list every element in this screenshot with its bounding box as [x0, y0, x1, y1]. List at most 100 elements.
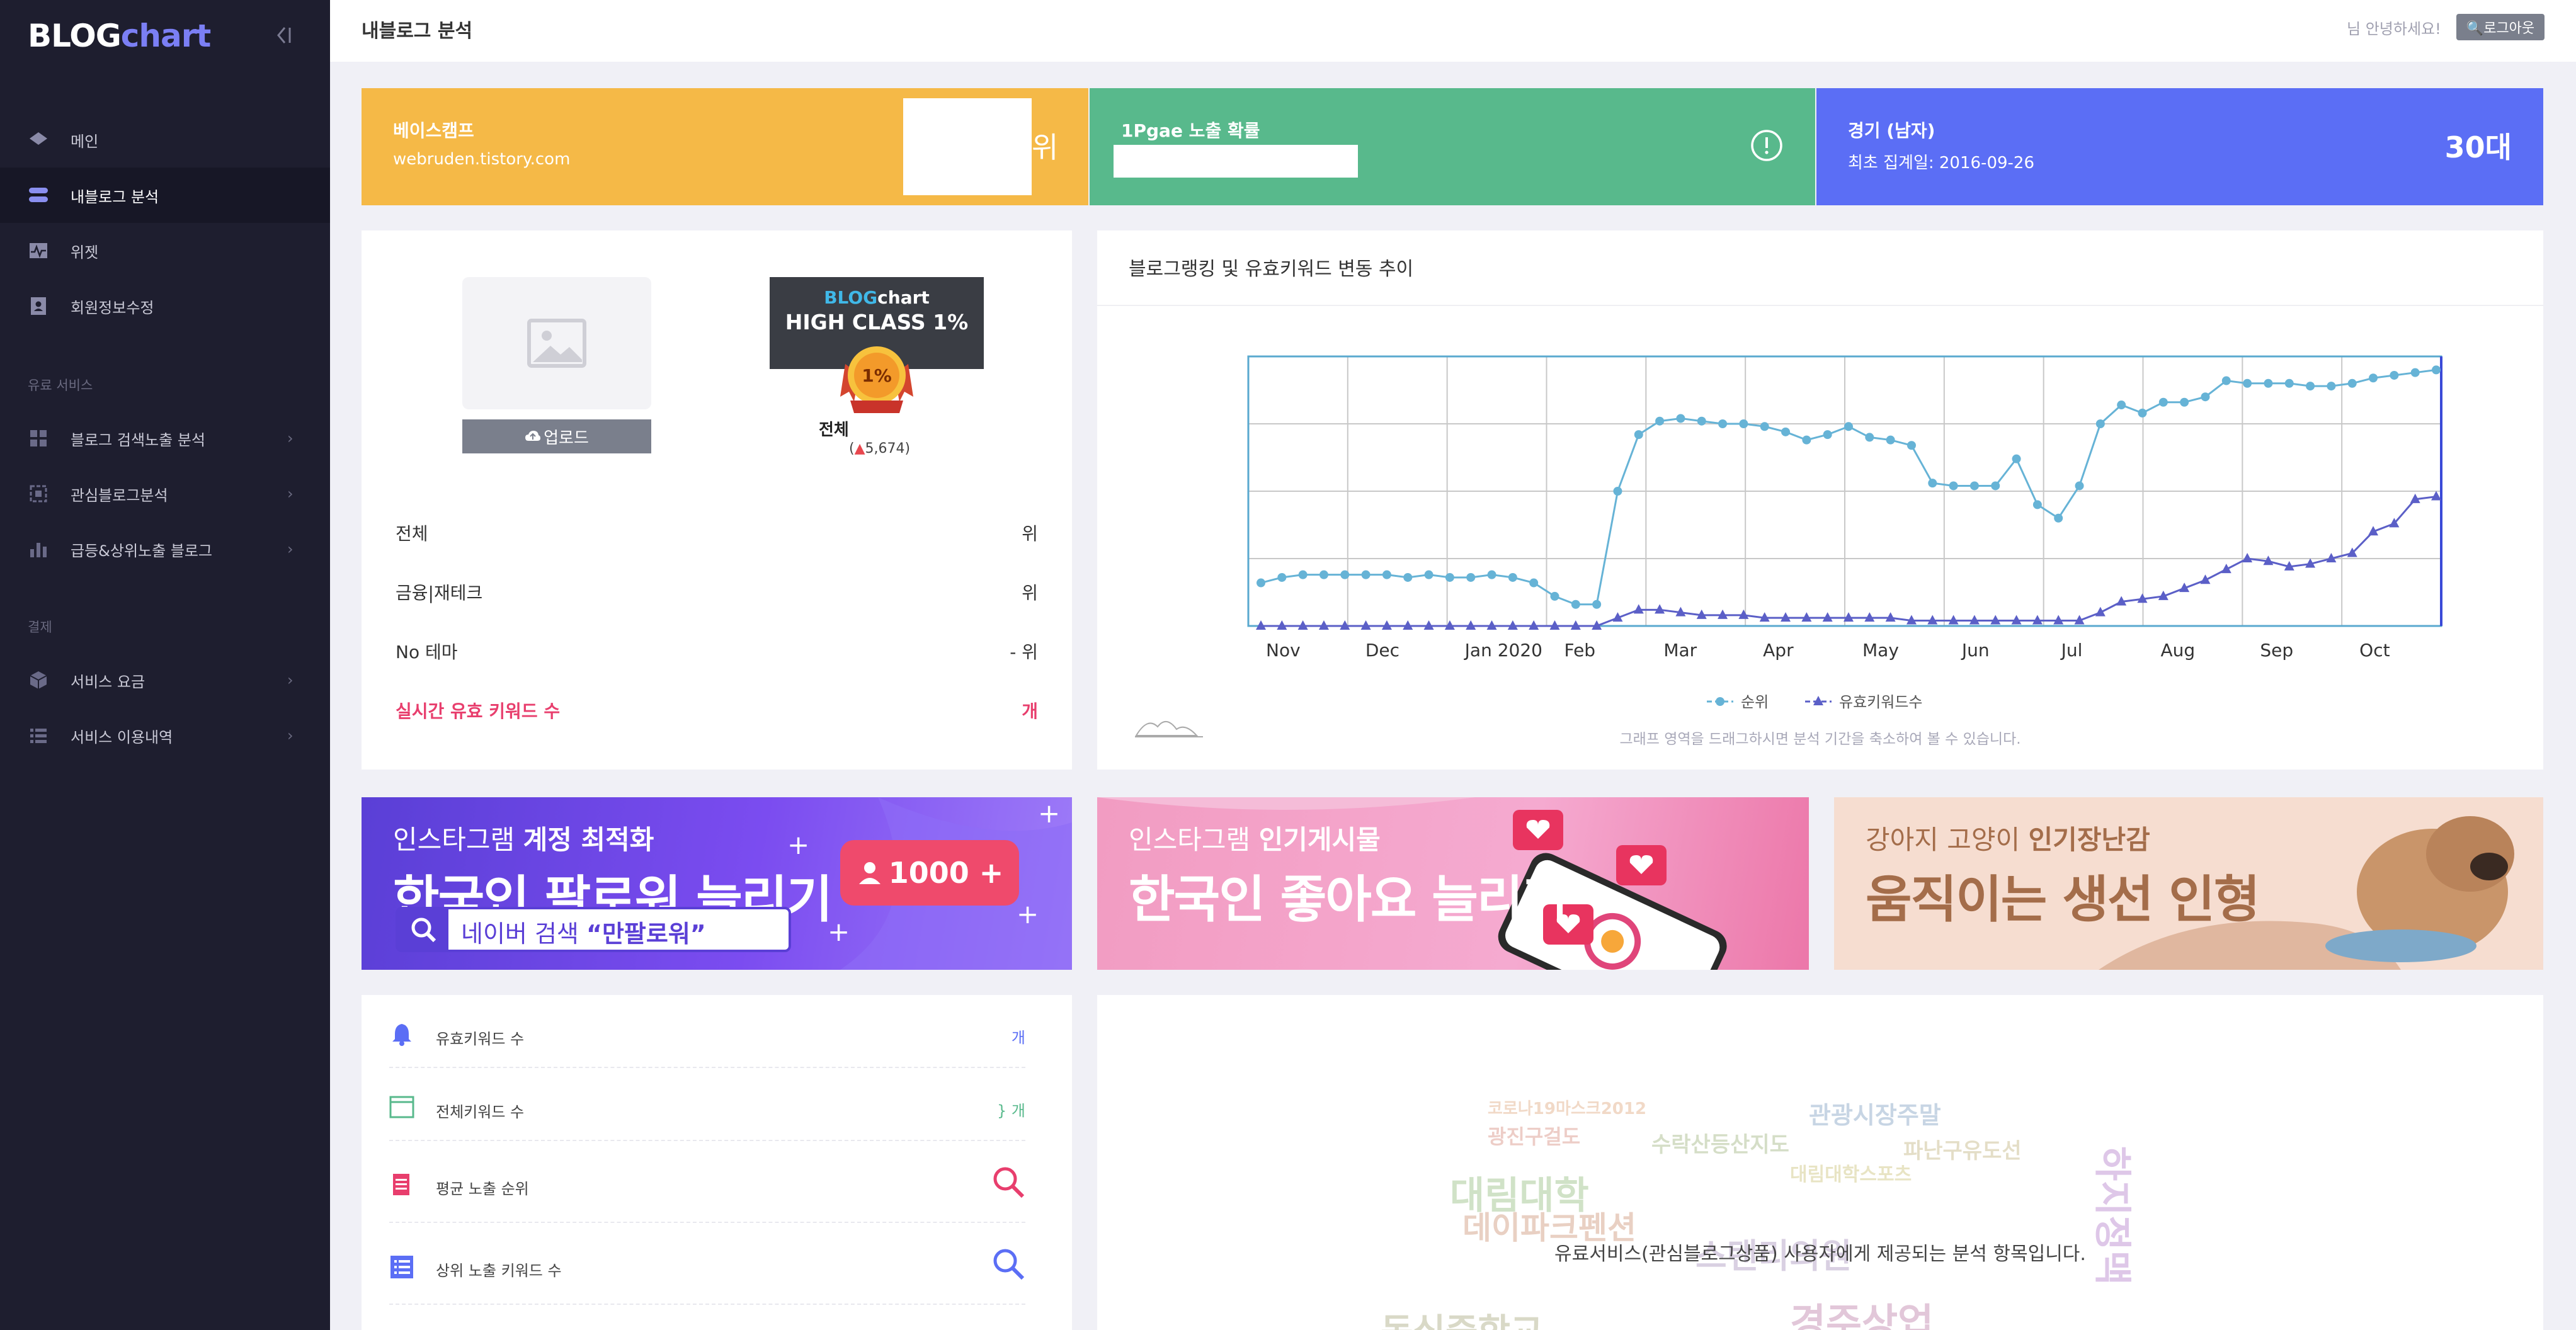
keyword-stats-panel: 유효키워드 수 개 전체키워드 수 } 개 평균 노출 순위 상위 노출 키워드… [362, 995, 1072, 1330]
badge-text: HIGH CLASS 1% [785, 310, 969, 334]
cloud-word: 관광시장주말 [1809, 1101, 1941, 1129]
data-point-rank [1697, 416, 1706, 426]
pulse-icon [28, 240, 49, 261]
data-point-rank [2201, 392, 2210, 402]
data-point-rank [2117, 401, 2126, 410]
data-point-rank [1277, 572, 1287, 582]
series-line [1261, 496, 2437, 627]
upload-button[interactable]: 업로드 [462, 419, 651, 453]
banner-search-icon-box [398, 909, 448, 950]
data-point-keywords [2242, 553, 2253, 562]
svg-text:+: + [1017, 899, 1039, 929]
window-icon [389, 1096, 414, 1118]
legend-label-keywords: 유효키워드수 [1839, 693, 1922, 711]
category-title: 경기 (남자) [1848, 120, 1935, 141]
logo[interactable]: BLOGchart [28, 18, 211, 54]
data-point-rank [1298, 570, 1308, 579]
alert-circle-icon[interactable] [1750, 128, 1784, 162]
data-point-rank [1592, 600, 1602, 609]
data-point-rank [1529, 578, 1539, 588]
bell-icon [392, 1024, 411, 1046]
data-point-keywords [2431, 491, 2441, 501]
keyword-row-top-exposure: 상위 노출 키워드 수 [389, 1223, 1025, 1305]
data-point-rank [1991, 481, 2000, 491]
sidebar-item-interest-blog[interactable]: 관심블로그분석 › [0, 466, 330, 521]
list-icon [28, 725, 49, 746]
x-tick-label: Mar [1663, 640, 1697, 661]
sidebar-item-my-blog-analysis[interactable]: 내블로그 분석 [0, 168, 330, 223]
cloud-word: 광진구걸도 [1488, 1125, 1581, 1149]
data-point-rank [1319, 570, 1328, 579]
grid-icon [28, 428, 49, 449]
sidebar-item-pricing[interactable]: 서비스 요금 › [0, 652, 330, 708]
data-point-rank [1257, 578, 1265, 588]
search-icon[interactable] [991, 1247, 1025, 1281]
banner-instagram-likes[interactable]: 인스타그램 인기게시물 한국인 좋아요 늘리기 [1097, 797, 1809, 970]
rank-suffix: 위 [1032, 130, 1059, 164]
data-point-rank [1781, 427, 1791, 436]
word-cloud-panel: 대림대학 데이파크펜션 스탠리의원 관광시장주말 파난구유도선 광진구걸도 수락산등산지도 코… [1097, 995, 2543, 1330]
search-icon[interactable] [991, 1165, 1025, 1199]
sidebar-item-search-exposure[interactable]: 블로그 검색노출 분석 › [0, 411, 330, 466]
logout-button[interactable]: 🔍로그아웃 [2456, 14, 2545, 40]
data-point-rank [2347, 378, 2357, 388]
followers-pill: 1000 + [840, 840, 1019, 906]
data-point-rank [1928, 479, 1937, 488]
keyword-row-total: 전체키워드 수 } 개 [389, 1068, 1025, 1141]
data-point-rank [1403, 572, 1413, 582]
data-point-rank [1445, 572, 1454, 582]
x-tick-label: Jul [2060, 640, 2083, 661]
sidebar-item-widget[interactable]: 위젯 [0, 223, 330, 278]
collapse-sidebar-icon[interactable] [272, 24, 295, 47]
sidebar-item-rising-blogs[interactable]: 급등&상위노출 블로그 › [0, 521, 330, 577]
data-point-rank [1906, 441, 1916, 450]
legend-label-rank: 순위 [1741, 693, 1769, 711]
nav-section-paid: 유료 서비스 [28, 378, 93, 393]
data-point-rank [2054, 513, 2063, 523]
blog-url[interactable]: webruden.tistory.com [393, 150, 570, 169]
chevron-right-icon: › [287, 671, 294, 689]
banner-fish-toy[interactable]: 강아지 고양이 인기장난감 움직이는 생선 인형 [1834, 797, 2543, 970]
sidebar-item-usage-history[interactable]: 서비스 이용내역 › [0, 708, 330, 763]
blog-name: 베이스캠프 [393, 120, 474, 141]
keyword-row-avg-rank: 평균 노출 순위 [389, 1141, 1025, 1223]
exposure-title: 1Pgae 노출 확률 [1121, 120, 1260, 141]
cloud-word: 파난구유도선 [1903, 1139, 2022, 1164]
chevron-right-icon: › [287, 540, 294, 558]
keyword-row-valid: 유효키워드 수 개 [389, 995, 1025, 1068]
image-icon [527, 319, 586, 368]
top-header: 내블로그 분석 님 안녕하세요! 🔍로그아웃 [330, 0, 2576, 62]
blog-info-card: 베이스캠프 webruden.tistory.com 위 [362, 88, 1088, 205]
sidebar-item-main[interactable]: 메인 [0, 112, 330, 168]
trend-chart[interactable]: Nov Dec Jan 2020 Feb Mar Apr May Jun Jul Aug Sep Oc… [1097, 306, 2543, 759]
realtime-keyword-row[interactable]: 실시간 유효 키워드 수개 [396, 698, 1038, 723]
cloud-upload-icon [525, 431, 541, 441]
overall-count: (▲5,674) [849, 441, 911, 457]
sidebar-item-edit-profile[interactable]: 회원정보수정 [0, 278, 330, 334]
rank-value-mask [903, 98, 1032, 195]
cube-icon [28, 669, 49, 691]
data-point-rank [1340, 570, 1350, 579]
banner-instagram-followers[interactable]: + + + + 인스타그램 계정 최적화 한국인 팔로워 늘리기 1000 + 네이버… [362, 797, 1072, 970]
data-point-rank [2012, 454, 2021, 463]
exposure-value-mask [1114, 145, 1358, 178]
x-tick-label: Oct [2359, 640, 2390, 661]
chart-hint: 그래프 영역을 드래그하시면 분석 기간을 축소하여 볼 수 있습니다. [1619, 731, 2021, 747]
sidebar: BLOGchart 메인 내블로그 분석 위젯 회원정보수정 유료 서비스 블로… [0, 0, 330, 1330]
page-title: 내블로그 분석 [362, 20, 473, 42]
profile-image-placeholder [462, 277, 651, 409]
x-tick-label: Dec [1365, 640, 1399, 661]
data-point-rank [2032, 500, 2042, 509]
data-point-rank [2410, 368, 2420, 377]
banner-search-box: 네이버 검색 “만팔로워” [396, 907, 791, 952]
toggle-icon [28, 185, 49, 206]
badge-logo: BLOGchart [824, 287, 930, 308]
data-point-rank [2390, 370, 2399, 380]
data-point-rank [2221, 376, 2231, 385]
data-point-rank [2284, 378, 2294, 388]
data-point-rank [1802, 435, 1811, 445]
data-point-rank [1466, 572, 1476, 582]
data-point-rank [1969, 481, 1979, 491]
x-tick-label: Jan 2020 [1464, 640, 1542, 661]
cloud-word: 동심중학교 [1381, 1304, 1543, 1330]
